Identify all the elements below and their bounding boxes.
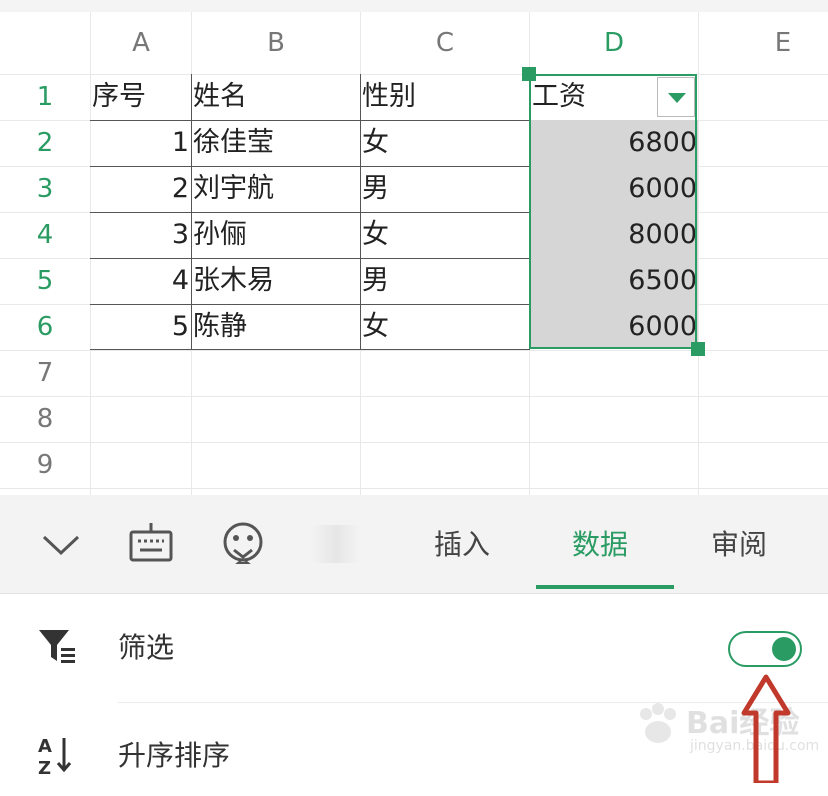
column-header-b[interactable]: B	[192, 12, 360, 74]
selection-handle-top[interactable]	[522, 67, 536, 81]
active-tab-indicator	[536, 585, 674, 589]
cell-b2[interactable]: 徐佳莹	[193, 120, 359, 166]
row-header-1[interactable]: 1	[0, 74, 90, 120]
cell-b3[interactable]: 刘宇航	[193, 166, 359, 212]
sort-ascending-icon: A Z	[38, 736, 72, 776]
cell-b5[interactable]: 张木易	[193, 258, 359, 304]
cell-c2[interactable]: 女	[362, 120, 528, 166]
blurred-tab	[312, 525, 360, 563]
row-header-5[interactable]: 5	[0, 258, 90, 304]
row-header-8[interactable]: 8	[0, 396, 90, 442]
row-header-6[interactable]: 6	[0, 304, 90, 350]
cell-a6[interactable]: 5	[92, 304, 189, 350]
tab-review[interactable]: 审阅	[711, 523, 767, 563]
cell-a4[interactable]: 3	[92, 212, 189, 258]
grid-line	[0, 396, 828, 397]
table-border	[191, 74, 192, 350]
grid-line	[698, 12, 699, 495]
keyboard-icon[interactable]	[124, 517, 178, 571]
grid-line	[0, 442, 828, 443]
column-header-c[interactable]: C	[361, 12, 529, 74]
column-header-e[interactable]: E	[699, 12, 828, 74]
tab-data[interactable]: 数据	[572, 523, 628, 563]
column-header-a[interactable]: A	[91, 12, 191, 74]
svg-text:A: A	[38, 736, 52, 757]
tab-insert[interactable]: 插入	[434, 523, 490, 563]
filter-label: 筛选	[118, 631, 175, 664]
cell-b6[interactable]: 陈静	[193, 304, 359, 350]
grid-line	[90, 12, 91, 495]
toggle-knob	[772, 637, 796, 661]
baidu-watermark: Bai经验 jingyan.baidu.com	[626, 690, 826, 780]
cell-a1[interactable]: 序号	[92, 74, 190, 120]
cell-c4[interactable]: 女	[362, 212, 528, 258]
cell-c6[interactable]: 女	[362, 304, 528, 350]
row-header-3[interactable]: 3	[0, 166, 90, 212]
row-header-4[interactable]: 4	[0, 212, 90, 258]
cell-c5[interactable]: 男	[362, 258, 528, 304]
dropdown-triangle-icon	[668, 93, 686, 103]
bottom-toolbar: 插入 数据 审阅	[0, 495, 828, 594]
collapse-chevron-icon[interactable]	[34, 517, 88, 571]
cell-a2[interactable]: 1	[92, 120, 189, 166]
filter-funnel-icon	[39, 630, 75, 663]
filter-dropdown-button[interactable]	[657, 77, 695, 117]
selection-handle-bottom[interactable]	[691, 342, 705, 356]
cell-b1[interactable]: 姓名	[193, 74, 359, 120]
emoji-icon[interactable]	[216, 517, 270, 571]
filter-row[interactable]: 筛选	[0, 594, 828, 688]
column-header-d[interactable]: D	[530, 12, 698, 74]
cell-c1[interactable]: 性别	[362, 74, 528, 120]
grid-line	[0, 488, 828, 489]
cell-c3[interactable]: 男	[362, 166, 528, 212]
svg-text:Z: Z	[38, 758, 51, 776]
cell-a3[interactable]: 2	[92, 166, 189, 212]
cell-b4[interactable]: 孙俪	[193, 212, 359, 258]
table-border	[360, 74, 361, 350]
row-header-9[interactable]: 9	[0, 442, 90, 488]
paw-logo-icon	[640, 703, 676, 743]
row-header-2[interactable]: 2	[0, 120, 90, 166]
filter-toggle-switch[interactable]	[728, 631, 802, 667]
row-header-7[interactable]: 7	[0, 350, 90, 396]
annotation-arrow-icon	[741, 674, 791, 783]
cell-a5[interactable]: 4	[92, 258, 189, 304]
sort-ascending-label: 升序排序	[118, 739, 231, 772]
